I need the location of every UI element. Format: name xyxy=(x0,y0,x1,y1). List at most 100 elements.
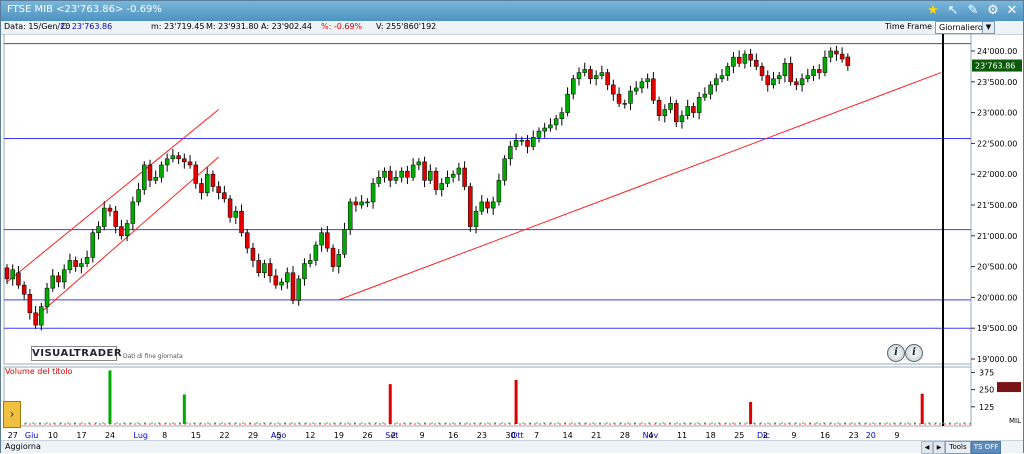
timeframe-select[interactable]: Giornaliero ▼ xyxy=(935,21,995,34)
candle-body xyxy=(788,63,793,83)
candle-body xyxy=(736,56,742,64)
volume-last-tag xyxy=(997,382,1021,393)
candle-body xyxy=(794,81,799,86)
x-tick-label: Lug xyxy=(134,431,148,440)
candle-body xyxy=(387,170,393,181)
candle-body xyxy=(691,106,696,113)
candle-body xyxy=(673,103,679,123)
candle-body xyxy=(359,201,364,206)
candle-body xyxy=(10,269,15,280)
info-close: C: 23'763.86 xyxy=(61,22,113,31)
candle-body xyxy=(244,232,250,249)
tools-button[interactable]: Tools xyxy=(945,441,971,454)
title-bar[interactable]: FTSE MIB <23'763.86> -0.69% ★ ↖ ✎ ⚙ ✕ xyxy=(1,1,1023,21)
volume-panel-title: Volume del titolo xyxy=(5,367,73,376)
candle-body xyxy=(147,164,153,181)
update-button[interactable]: Aggiorna xyxy=(5,442,41,451)
scroll-right-icon[interactable]: ▶ xyxy=(933,441,945,454)
volume-tick-label: 375 xyxy=(979,368,994,377)
scroll-left-icon[interactable]: ◀ xyxy=(921,441,933,454)
y-tick-label: 23'000.00 xyxy=(977,109,1017,118)
info-pct: %: -0.69% xyxy=(321,22,363,31)
x-tick-label: 15 xyxy=(191,431,201,440)
candle-body xyxy=(485,201,490,209)
candle-body xyxy=(714,78,719,86)
x-tick-label: Giu xyxy=(25,431,38,440)
volume-tick-label: 125 xyxy=(979,403,994,412)
candle-body xyxy=(542,127,547,132)
volume-bar xyxy=(514,380,518,424)
candle-body xyxy=(525,140,530,147)
timeframe-label: Time Frame xyxy=(885,22,933,31)
candle-body xyxy=(285,272,290,283)
price-chart[interactable]: 24'000.00 23'500.00 23'000.00 22'500.00 22'0… xyxy=(1,34,1023,440)
y-tick-label: 22'000.00 xyxy=(977,170,1017,179)
candle-body xyxy=(553,118,559,126)
visualtrader-logo: VISUALTRADER xyxy=(31,346,123,361)
x-tick-label: 9 xyxy=(791,431,796,440)
candle-body xyxy=(193,164,199,184)
pencil-icon[interactable]: ✎ xyxy=(965,3,981,19)
candle-body xyxy=(776,75,782,79)
candle-body xyxy=(67,260,73,270)
candle-body xyxy=(845,56,851,66)
info-icon[interactable]: i xyxy=(887,344,905,362)
star-icon[interactable]: ★ xyxy=(925,3,941,19)
y-tick-label: 19'000.00 xyxy=(977,355,1017,364)
volume-bar xyxy=(749,402,753,424)
info-bar: Data: 15/Gen/20 C: 23'763.86 m: 23'719.4… xyxy=(1,21,1023,35)
candle-body xyxy=(216,186,221,193)
expand-arrow-icon[interactable]: ↖ xyxy=(945,3,961,19)
panel-toggle-icon[interactable]: › xyxy=(3,401,21,428)
x-tick-label: 17 xyxy=(76,431,86,440)
candle-body xyxy=(742,53,748,64)
candle-body xyxy=(816,69,822,73)
candle-body xyxy=(267,263,273,277)
volume-tick-label: 250 xyxy=(979,386,994,395)
candle-body xyxy=(593,75,599,79)
candle-body xyxy=(187,161,193,166)
candle-body xyxy=(508,146,513,160)
window-title: FTSE MIB <23'763.86> -0.69% xyxy=(7,4,162,15)
candle-body xyxy=(490,201,496,209)
candle-body xyxy=(599,72,605,76)
candle-body xyxy=(410,164,416,178)
info-detail-icon[interactable]: i xyxy=(905,344,923,362)
candle-body xyxy=(399,170,404,178)
candle-body xyxy=(582,69,587,73)
x-tick-label: 16 xyxy=(820,431,830,440)
candle-body xyxy=(33,312,38,326)
candle-body xyxy=(44,287,50,307)
candle-body xyxy=(696,96,702,113)
candle-body xyxy=(439,183,444,190)
ts-off-button[interactable]: TS OFF xyxy=(971,441,1001,454)
candle-body xyxy=(256,260,261,274)
candle-body xyxy=(571,78,576,95)
candle-body xyxy=(365,201,370,204)
candle-body xyxy=(633,87,639,92)
settings-icon[interactable]: ⚙ xyxy=(985,3,1001,19)
candle-body xyxy=(782,63,788,76)
candle-body xyxy=(50,275,56,289)
candle-body xyxy=(302,263,307,280)
x-tick-label: 16 xyxy=(448,431,458,440)
volume-bar xyxy=(388,384,392,424)
x-tick-label: 9 xyxy=(894,431,899,440)
candle-body xyxy=(101,207,107,227)
candle-body xyxy=(164,158,170,166)
candle-body xyxy=(576,72,582,79)
candle-body xyxy=(239,210,244,233)
info-volume: V: 255'860'192 xyxy=(376,22,437,31)
candle-body xyxy=(204,173,210,193)
chevron-down-icon[interactable]: ▼ xyxy=(982,22,994,33)
x-tick-label: 10 xyxy=(48,431,58,440)
candle-body xyxy=(771,78,776,86)
candle-body xyxy=(645,78,650,83)
candle-body xyxy=(84,257,90,264)
volume-unit-label: MIL xyxy=(1009,417,1021,425)
close-icon[interactable]: ✕ xyxy=(1004,3,1020,19)
x-tick-label: 4 xyxy=(648,431,653,440)
data-source-note: Dati di fine giornata xyxy=(123,353,183,360)
candle-body xyxy=(765,75,771,86)
chart-window: FTSE MIB <23'763.86> -0.69% ★ ↖ ✎ ⚙ ✕ Da… xyxy=(0,0,1024,454)
